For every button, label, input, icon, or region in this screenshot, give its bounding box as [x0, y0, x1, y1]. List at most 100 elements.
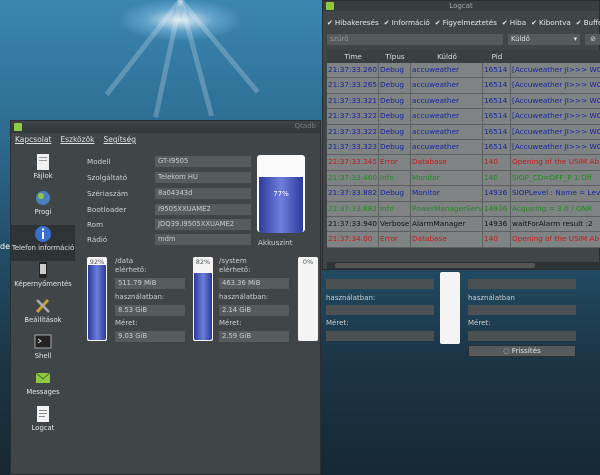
log-row[interactable]: 21:37:34.00 Error Database 140 Opening of th…: [327, 232, 600, 248]
battery-fill: [259, 176, 303, 233]
log-time: 21:37:33.882: [327, 201, 379, 216]
storage-name: /data: [115, 257, 134, 265]
filter-expanded[interactable]: ✔ Kibontva: [531, 18, 571, 27]
log-message: [Accuweather JI>>> WCD: [511, 78, 600, 92]
scrollbar-thumb[interactable]: [335, 263, 535, 268]
checkbox-checked-icon: ✔: [531, 19, 538, 27]
column-header-type[interactable]: Típus: [379, 50, 411, 63]
info-value: GT-I9505: [155, 156, 251, 167]
log-time: 21:37:33.460: [327, 170, 379, 186]
log-row[interactable]: 21:37:33.323 Debug accuweather 16514 [Accuwe…: [327, 139, 600, 156]
menu-segitseg[interactable]: Segítség: [104, 135, 136, 144]
log-type: Info: [379, 170, 411, 186]
log-message: [Accuweather JI>>> WCD: [511, 109, 600, 123]
log-horizontal-scrollbar[interactable]: [327, 262, 600, 269]
logcat-titlebar[interactable]: Logcat: [323, 1, 599, 11]
log-message: SIOP_CD=OFF_P 1:Off: [511, 171, 600, 185]
info-value: Telekom HU: [155, 172, 251, 183]
log-pid: 16514: [483, 139, 511, 155]
storage-bar-sdcard: 0%: [298, 257, 318, 341]
tools-icon: [35, 298, 50, 314]
info-value: mdm: [155, 234, 251, 245]
log-sender: accuweather: [411, 78, 483, 93]
log-row[interactable]: 21:37:33.265 Debug accuweather 16514 [Accuwe…: [327, 78, 600, 94]
menu-eszkozok[interactable]: Eszközök: [60, 135, 94, 144]
sidebar-item-label: Beállítások: [24, 316, 62, 324]
log-pid: 14936: [483, 216, 511, 232]
log-time: 21:37:33.265: [327, 78, 379, 93]
log-sender: accuweather: [411, 124, 483, 139]
logcat-title: Logcat: [449, 2, 473, 10]
sender-select[interactable]: Küldő ▾: [508, 34, 580, 45]
sidebar-item-settings[interactable]: Beállítások: [11, 297, 75, 333]
log-type: Error: [379, 155, 411, 170]
log-row[interactable]: 21:37:33.345 Error Database 140 Opening of t…: [327, 155, 600, 171]
sidebar-item-files[interactable]: Fájlok: [11, 153, 75, 189]
column-header-sender[interactable]: Küldő: [411, 50, 483, 63]
log-rows: 21:37:33.260 Debug accuweather 16514 [Accuwe…: [327, 63, 600, 248]
log-pid: 14936: [483, 186, 511, 201]
log-pid: 14936: [483, 201, 511, 216]
log-sender: Monitor: [411, 186, 483, 201]
log-row[interactable]: 21:37:33.882 Debug Monitor 14936 SIOPLevel :…: [327, 186, 600, 202]
log-sender: accuweather: [411, 63, 483, 78]
info-value: 8a04343d: [155, 188, 251, 199]
sidebar-item-shell[interactable]: Shell: [11, 333, 75, 369]
log-type: Debug: [379, 63, 411, 78]
column-header-time[interactable]: Time: [327, 50, 379, 63]
column-header-message[interactable]: [511, 50, 600, 63]
info-label: Rom: [87, 220, 104, 229]
log-time: 21:37:33.260: [327, 63, 379, 78]
filter-label: Kibontva: [539, 18, 571, 27]
log-sender: Database: [411, 232, 483, 247]
storage-bar-extsd: [440, 272, 460, 344]
battery-percent: 77%: [273, 190, 289, 198]
log-row[interactable]: 21:37:33.882InfoPowerManagerService14936…: [327, 201, 600, 217]
info-value: JDQ39.I9505XXUAME2: [155, 219, 251, 230]
filter-label: Hiba: [509, 18, 527, 27]
sidebar-item-messages[interactable]: Messages: [11, 369, 75, 405]
storage-bar-data: 92%: [87, 257, 107, 341]
log-sender: accuweather: [411, 109, 483, 124]
filter-buffer[interactable]: ✔Buffe: [576, 18, 600, 27]
app-icon: [14, 123, 22, 131]
menu-kapcsolat[interactable]: Kapcsolat: [15, 135, 51, 144]
sidebar-item-label: Logcat: [31, 424, 55, 432]
filter-debug[interactable]: ✔ Hibakeresés: [327, 18, 379, 27]
filter-error[interactable]: ✔ Hiba: [502, 18, 526, 27]
storage-free-label: elérhető:: [115, 266, 147, 274]
log-message: [Accuweather JI>>> WCD: [511, 94, 600, 108]
sidebar-item-screenshot[interactable]: Képernyőmentés: [11, 261, 75, 297]
log-row[interactable]: 21:37:33.322 Debug accuweather 16514 [Accuwe…: [327, 124, 600, 140]
sidebar-item-logcat[interactable]: Logcat: [11, 405, 75, 441]
filter-search-input[interactable]: szűrő: [327, 34, 503, 45]
log-row[interactable]: 21:37:33.260 Debug accuweather 16514 [Accuwe…: [327, 63, 600, 79]
log-row[interactable]: 21:37:33.321 Debug accuweather 16514 [Accuwe…: [327, 93, 600, 110]
main-titlebar[interactable]: Qtadb: [11, 121, 320, 133]
menubar: Kapcsolat Eszközök Segítség: [15, 135, 136, 144]
storage-used-label: használatban:: [326, 294, 376, 302]
storage-size-label: Méret:: [115, 319, 138, 327]
log-row[interactable]: 21:37:33.460 Info Monitor 140 SIOP_CD=OFF_P …: [327, 170, 600, 187]
log-pid: 16514: [483, 93, 511, 109]
logcat-window: Logcat ✔ Hibakeresés ✔ Információ ✔ Figyelm…: [322, 0, 600, 270]
sidebar-item-phone-info[interactable]: Telefon információ: [11, 225, 75, 261]
storage-bar-system: 82%: [193, 257, 213, 341]
log-time: 21:37:33.322: [327, 124, 379, 139]
clear-filter-button[interactable]: ⊘: [585, 34, 600, 45]
sidebar-item-apps[interactable]: Progi: [11, 189, 75, 225]
refresh-icon: ◌: [503, 346, 512, 355]
log-type: Debug: [379, 109, 411, 124]
log-row[interactable]: 21:37:33.322 Debug accuweather 16514 [Accuwe…: [327, 109, 600, 125]
app-icon: [326, 2, 334, 10]
log-sender: accuweather: [411, 93, 483, 109]
log-type: Debug: [379, 139, 411, 155]
refresh-label: Frissítés: [511, 346, 541, 355]
log-pid: 140: [483, 155, 511, 170]
column-header-pid[interactable]: Pid: [483, 50, 511, 63]
filter-warning[interactable]: ✔ Figyelmeztetés: [435, 18, 497, 27]
log-row[interactable]: 21:37:33.940 Verbose AlarmManager 14936 wait…: [327, 216, 600, 233]
filter-info[interactable]: ✔ Információ: [384, 18, 430, 27]
battery-label: Akkuszint: [258, 238, 293, 247]
refresh-button[interactable]: ◌ Frissítés: [468, 345, 576, 357]
